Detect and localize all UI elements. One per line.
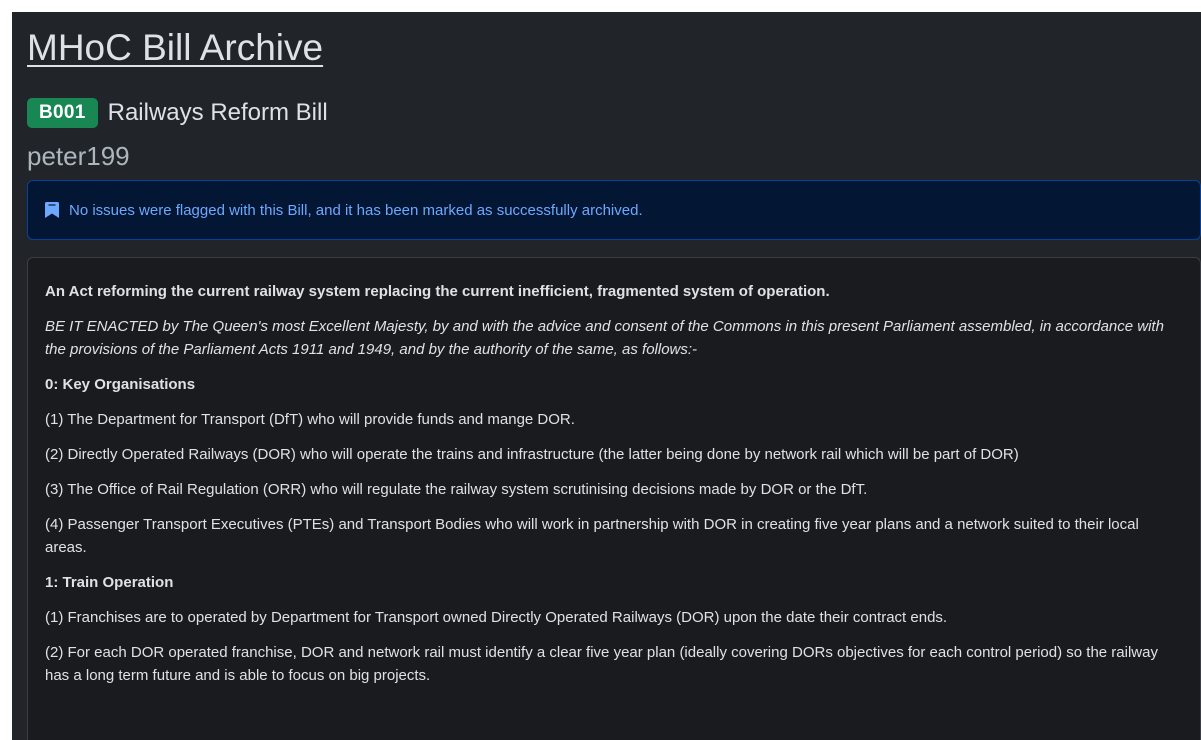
bill-id-badge: B001 xyxy=(27,98,98,128)
site-title-link[interactable]: MHoC Bill Archive xyxy=(27,26,323,70)
section-heading: 0: Key Organisations xyxy=(45,376,196,393)
page-frame: MHoC Bill Archive B001 Railways Reform B… xyxy=(12,12,1201,740)
bookmark-icon xyxy=(45,202,59,218)
bill-long-title: An Act reforming the current railway sys… xyxy=(45,283,830,300)
bill-header: B001 Railways Reform Bill xyxy=(27,95,328,131)
alert-text: No issues were flagged with this Bill, a… xyxy=(69,201,643,219)
clause: (2) For each DOR operated franchise, DOR… xyxy=(45,644,1158,684)
enacting-formula: BE IT ENACTED by The Queen's most Excell… xyxy=(45,318,1164,358)
bill-text-body: An Act reforming the current railway sys… xyxy=(28,258,1200,687)
bill-author: peter199 xyxy=(27,141,130,171)
section-heading: 1: Train Operation xyxy=(45,574,174,591)
clause: (2) Directly Operated Railways (DOR) who… xyxy=(45,446,1019,463)
clause: (4) Passenger Transport Executives (PTEs… xyxy=(45,516,1139,556)
archive-status-alert: No issues were flagged with this Bill, a… xyxy=(27,180,1201,240)
clause: (1) The Department for Transport (DfT) w… xyxy=(45,411,575,428)
bill-text-card: An Act reforming the current railway sys… xyxy=(27,257,1201,740)
bill-title: Railways Reform Bill xyxy=(107,99,328,126)
clause: (1) Franchises are to operated by Depart… xyxy=(45,609,948,626)
clause: (3) The Office of Rail Regulation (ORR) … xyxy=(45,481,868,498)
